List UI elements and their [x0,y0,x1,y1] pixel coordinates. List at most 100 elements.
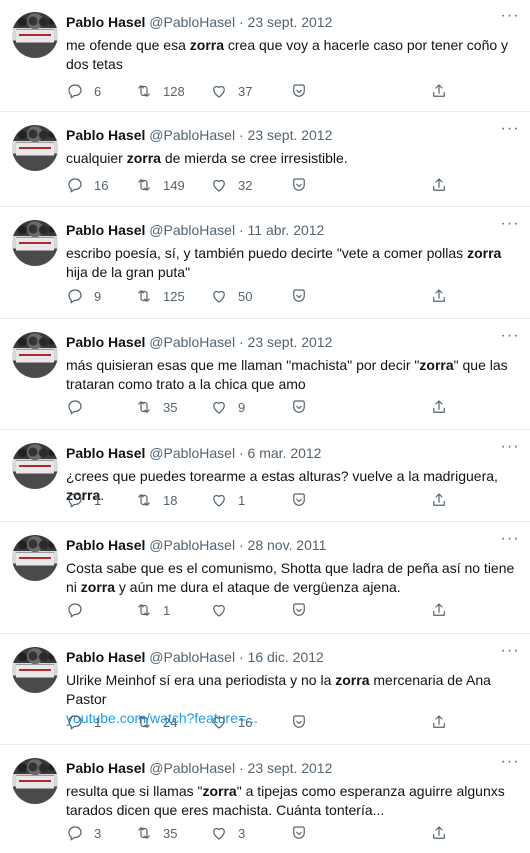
reply-button[interactable]: 1 [66,711,101,733]
author-handle[interactable]: @PabloHasel [149,222,235,238]
bookmark-icon [293,400,305,413]
author-name[interactable]: Pablo Hasel [66,445,145,461]
like-button[interactable]: 37 [210,80,252,102]
author-handle[interactable]: @PabloHasel [149,334,235,350]
retweet-button[interactable]: 1 [135,599,170,621]
author-name[interactable]: Pablo Hasel [66,649,145,665]
share-button[interactable] [430,396,448,418]
reply-button[interactable]: 9 [66,285,101,307]
tweet-date[interactable]: 16 dic. 2012 [248,649,324,665]
author-handle[interactable]: @PabloHasel [149,127,235,143]
avatar[interactable] [12,125,58,171]
avatar[interactable] [12,647,58,693]
reply-button[interactable]: 6 [66,80,101,102]
share-button[interactable] [430,489,448,511]
like-button[interactable]: 3 [210,822,245,844]
author-name[interactable]: Pablo Hasel [66,222,145,238]
tweet-date[interactable]: 28 nov. 2011 [248,537,327,553]
more-icon[interactable]: ··· [500,216,520,238]
retweet-icon [138,604,150,616]
save-button[interactable] [290,489,308,511]
reply-button[interactable] [66,599,94,621]
reply-button[interactable]: 1 [66,489,101,511]
tweet[interactable]: Pablo Hasel @PabloHasel · 11 abr. 2012 ·… [0,208,530,319]
avatar[interactable] [12,758,58,804]
tweet-actions: 1 [60,599,500,621]
tweet[interactable]: Pablo Hasel @PabloHasel · 16 dic. 2012 ·… [0,635,530,745]
avatar[interactable] [12,332,58,378]
more-icon[interactable]: ··· [500,439,520,461]
tweet[interactable]: Pablo Hasel @PabloHasel · 23 sept. 2012 … [0,746,530,853]
reply-button[interactable]: 16 [66,174,108,196]
retweet-icon [138,401,150,413]
tweet-actions: 1 24 16 [60,711,500,733]
like-button[interactable]: 32 [210,174,252,196]
retweet-button[interactable]: 125 [135,285,185,307]
save-button[interactable] [290,80,308,102]
tweet-date[interactable]: 23 sept. 2012 [248,127,333,143]
more-icon[interactable]: ··· [500,643,520,665]
author-handle[interactable]: @PabloHasel [149,14,235,30]
share-button[interactable] [430,822,448,844]
save-button[interactable] [290,396,308,418]
tweet-date[interactable]: 23 sept. 2012 [248,14,333,30]
author-handle[interactable]: @PabloHasel [149,537,235,553]
tweet[interactable]: Pablo Hasel @PabloHasel · 23 sept. 2012 … [0,113,530,207]
retweet-button[interactable]: 35 [135,822,177,844]
avatar[interactable] [12,220,58,266]
save-button[interactable] [290,822,308,844]
like-button[interactable]: 16 [210,711,252,733]
share-button[interactable] [430,599,448,621]
bookmark-icon [293,493,305,506]
retweet-button[interactable]: 149 [135,174,185,196]
save-button[interactable] [290,711,308,733]
author-name[interactable]: Pablo Hasel [66,127,145,143]
author-name[interactable]: Pablo Hasel [66,14,145,30]
author-handle[interactable]: @PabloHasel [149,649,235,665]
more-icon[interactable]: ··· [500,754,520,776]
avatar[interactable] [12,535,58,581]
like-button[interactable]: 50 [210,285,252,307]
more-icon[interactable]: ··· [500,121,520,143]
more-icon[interactable]: ··· [500,328,520,350]
tweet-date[interactable]: 23 sept. 2012 [248,760,333,776]
like-count: 50 [238,288,253,304]
tweet-date[interactable]: 11 abr. 2012 [248,222,325,238]
tweet-actions: 16 149 32 [60,174,500,196]
reply-button[interactable] [66,396,94,418]
author-handle[interactable]: @PabloHasel [149,760,235,776]
save-button[interactable] [290,285,308,307]
like-button[interactable] [210,599,238,621]
save-button[interactable] [290,174,308,196]
retweet-button[interactable]: 35 [135,396,177,418]
tweet[interactable]: Pablo Hasel @PabloHasel · 28 nov. 2011 ·… [0,523,530,634]
tweet-date[interactable]: 23 sept. 2012 [248,334,333,350]
author-name[interactable]: Pablo Hasel [66,537,145,553]
share-button[interactable] [430,174,448,196]
reply-icon [68,493,82,508]
reply-button[interactable]: 3 [66,822,101,844]
tweet-date[interactable]: 6 mar. 2012 [248,445,322,461]
author-name[interactable]: Pablo Hasel [66,760,145,776]
retweet-icon [138,716,150,728]
more-icon[interactable]: ··· [500,8,520,30]
author-handle[interactable]: @PabloHasel [149,445,235,461]
like-button[interactable]: 9 [210,396,245,418]
avatar[interactable] [12,12,58,58]
tweet[interactable]: Pablo Hasel @PabloHasel · 23 sept. 2012 … [0,320,530,430]
retweet-button[interactable]: 18 [135,489,177,511]
save-button[interactable] [290,599,308,621]
more-icon[interactable]: ··· [500,531,520,553]
share-icon [433,493,445,506]
share-button[interactable] [430,80,448,102]
share-button[interactable] [430,711,448,733]
retweet-button[interactable]: 128 [135,80,185,102]
retweet-count: 128 [163,83,185,99]
author-name[interactable]: Pablo Hasel [66,334,145,350]
tweet[interactable]: Pablo Hasel @PabloHasel · 6 mar. 2012 ··… [0,431,530,522]
tweet[interactable]: Pablo Hasel @PabloHasel · 23 sept. 2012 … [0,0,530,112]
retweet-button[interactable]: 24 [135,711,177,733]
share-button[interactable] [430,285,448,307]
like-button[interactable]: 1 [210,489,245,511]
avatar[interactable] [12,443,58,489]
